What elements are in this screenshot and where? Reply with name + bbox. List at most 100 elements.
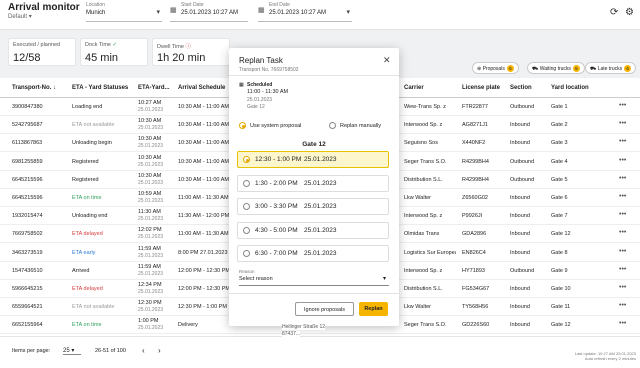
section: Inbound [510,195,530,201]
carrier: Distribution S.L. [404,176,443,183]
end-date-field[interactable]: ▦ End Date 25.01.2023 10:27 AM ▾ [258,2,352,22]
reason-select[interactable]: Select reason ▾ [239,274,389,286]
calendar-icon: ▦ [258,7,265,14]
row-menu-icon[interactable]: ••• [619,229,626,236]
col-eta-yard[interactable]: ETA-Yard... [138,85,170,91]
row-menu-icon[interactable]: ••• [619,157,626,164]
eta-status: Loading end [72,104,103,110]
eta-date: 25.01.2023 [138,270,164,277]
filter-waiting-trucks[interactable]: ⛟ Waiting trucks 6 [527,62,585,74]
yard-location: Gate 9 [551,267,568,274]
row-menu-icon[interactable]: ••• [619,302,626,309]
filter-late-trucks[interactable]: ⛟ Late trucks 6 [585,62,637,74]
end-date-value: 25.01.2023 10:27 AM [269,10,327,16]
yard-location: Gate 12 [551,231,571,238]
col-transport[interactable]: Transport-No. ↓ [12,85,56,91]
transport-no: 6652155964 [12,322,43,329]
time-slot-option[interactable]: 12:30 - 1:00 PM 25.01.2023 [237,151,389,168]
eta-date: 25.01.2023 [138,125,164,132]
carrier: Olmidas Trans [404,231,440,238]
row-menu-icon[interactable]: ••• [619,138,626,145]
time-slot-option[interactable]: 6:30 - 7:00 PM 25.01.2023 [237,245,389,262]
col-yard[interactable]: Yard location [551,85,589,91]
row-menu-icon[interactable]: ••• [619,248,626,255]
eta-time: 10:30 AM [138,154,162,161]
section: Inbound [510,322,530,329]
col-eta-status[interactable]: ETA - Yard Statuses [72,85,128,91]
prev-page-icon[interactable]: ‹ [142,346,145,355]
slot-date: 25.01.2023 [304,179,337,187]
carrier: Logistics Sur Europea SRL [404,249,456,256]
row-menu-icon[interactable]: ••• [619,211,626,218]
row-menu-icon[interactable]: ••• [619,102,626,109]
eta-date: 25.01.2023 [138,161,164,168]
time-slot-option[interactable]: 3:00 - 3:30 PM 25.01.2023 [237,198,389,215]
eta-status: Unloading begin [72,140,112,147]
address-line-2: 87437... [282,331,301,337]
replan-button[interactable]: Replan [359,302,388,316]
col-arrival[interactable]: Arrival Schedule [178,85,225,91]
per-page-select[interactable]: 25 ▾ [63,347,81,355]
items-per-page-label: Items per page: [12,348,51,354]
radio-button[interactable] [243,179,250,187]
refresh-icon[interactable]: ⟳ [610,7,618,18]
col-carrier[interactable]: Carrier [404,85,424,91]
ignore-proposals-button[interactable]: Ignore proposals [295,302,354,316]
option-system-proposal[interactable]: Use system proposal [250,123,301,129]
time-slot-option[interactable]: 4:30 - 5:00 PM 25.01.2023 [237,221,389,239]
section: Inbound [510,304,530,311]
transport-no: 6113867863 [12,140,43,147]
transport-no: 6645215596 [12,195,43,201]
gear-icon[interactable]: ⚙ [625,7,634,18]
arrival-schedule: 10:30 AM - 11:00 AM [178,176,229,183]
close-icon[interactable]: ✕ [383,55,391,66]
radio-replan-manually[interactable] [329,122,336,129]
row-menu-icon[interactable]: ••• [619,120,626,127]
yard-location: Gate 3 [551,140,568,147]
carrier: Seger Trans S.O. [404,158,447,165]
slot-time: 3:00 - 3:30 PM [255,203,298,210]
radio-button[interactable] [243,203,250,210]
radio-button[interactable] [243,250,250,257]
eta-status: ETA delayed [72,286,103,292]
reason-placeholder: Select reason [239,276,273,282]
row-menu-icon[interactable]: ••• [619,320,626,327]
row-menu-icon[interactable]: ••• [619,266,626,273]
chevron-down-icon: ▾ [346,9,350,16]
radio-system-proposal[interactable] [239,122,246,129]
section: Outbound [510,267,535,274]
time-slot-option[interactable]: 1:30 - 2:00 PM 25.01.2023 [237,174,389,192]
view-selector[interactable]: Default ▾ [8,13,32,20]
arrival-schedule: 11:30 AM - 12:00 PM [178,213,230,220]
next-page-icon[interactable]: › [158,346,161,355]
calendar-icon: ▦ [170,7,177,14]
transport-no: 6981255859 [12,158,43,165]
radio-button[interactable] [243,156,250,163]
eta-date: 25.01.2023 [138,107,164,113]
row-menu-icon[interactable]: ••• [619,175,626,182]
row-menu-icon[interactable]: ••• [619,193,626,200]
section: Inbound [510,286,530,292]
filter-proposals[interactable]: ⊕ Proposals 6 [472,62,519,74]
section: Outbound [510,104,535,110]
yard-location: Gate 6 [551,195,568,201]
slot-date: 25.01.2023 [304,156,337,163]
license-plate: P9926JI [462,213,483,220]
radio-button[interactable] [243,226,250,234]
arrival-schedule: 10:30 AM - 11:00 AM [178,140,229,147]
location-select[interactable]: Location Munich ▾ [86,2,162,22]
start-date-field[interactable]: ▦ Start Date 25.01.2023 10:27 AM [170,2,248,22]
license-plate: FG534G67 [462,286,490,292]
col-section[interactable]: Section [510,85,532,91]
eta-status: ETA delayed [72,231,103,238]
arrival-schedule: 10:30 AM - 11:00 AM [178,104,229,110]
option-replan-manually[interactable]: Replan manually [340,123,381,129]
col-plate[interactable]: License plate [462,85,500,91]
license-plate: GD226S60 [462,322,490,329]
dialog-title: Replan Task [239,56,283,65]
row-menu-icon[interactable]: ••• [619,284,626,291]
eta-status: Registered [72,176,99,183]
slot-date: 25.01.2023 [304,203,337,210]
section: Inbound [510,122,530,129]
arrival-schedule: 11:00 AM - 11:30 AM [178,195,229,201]
